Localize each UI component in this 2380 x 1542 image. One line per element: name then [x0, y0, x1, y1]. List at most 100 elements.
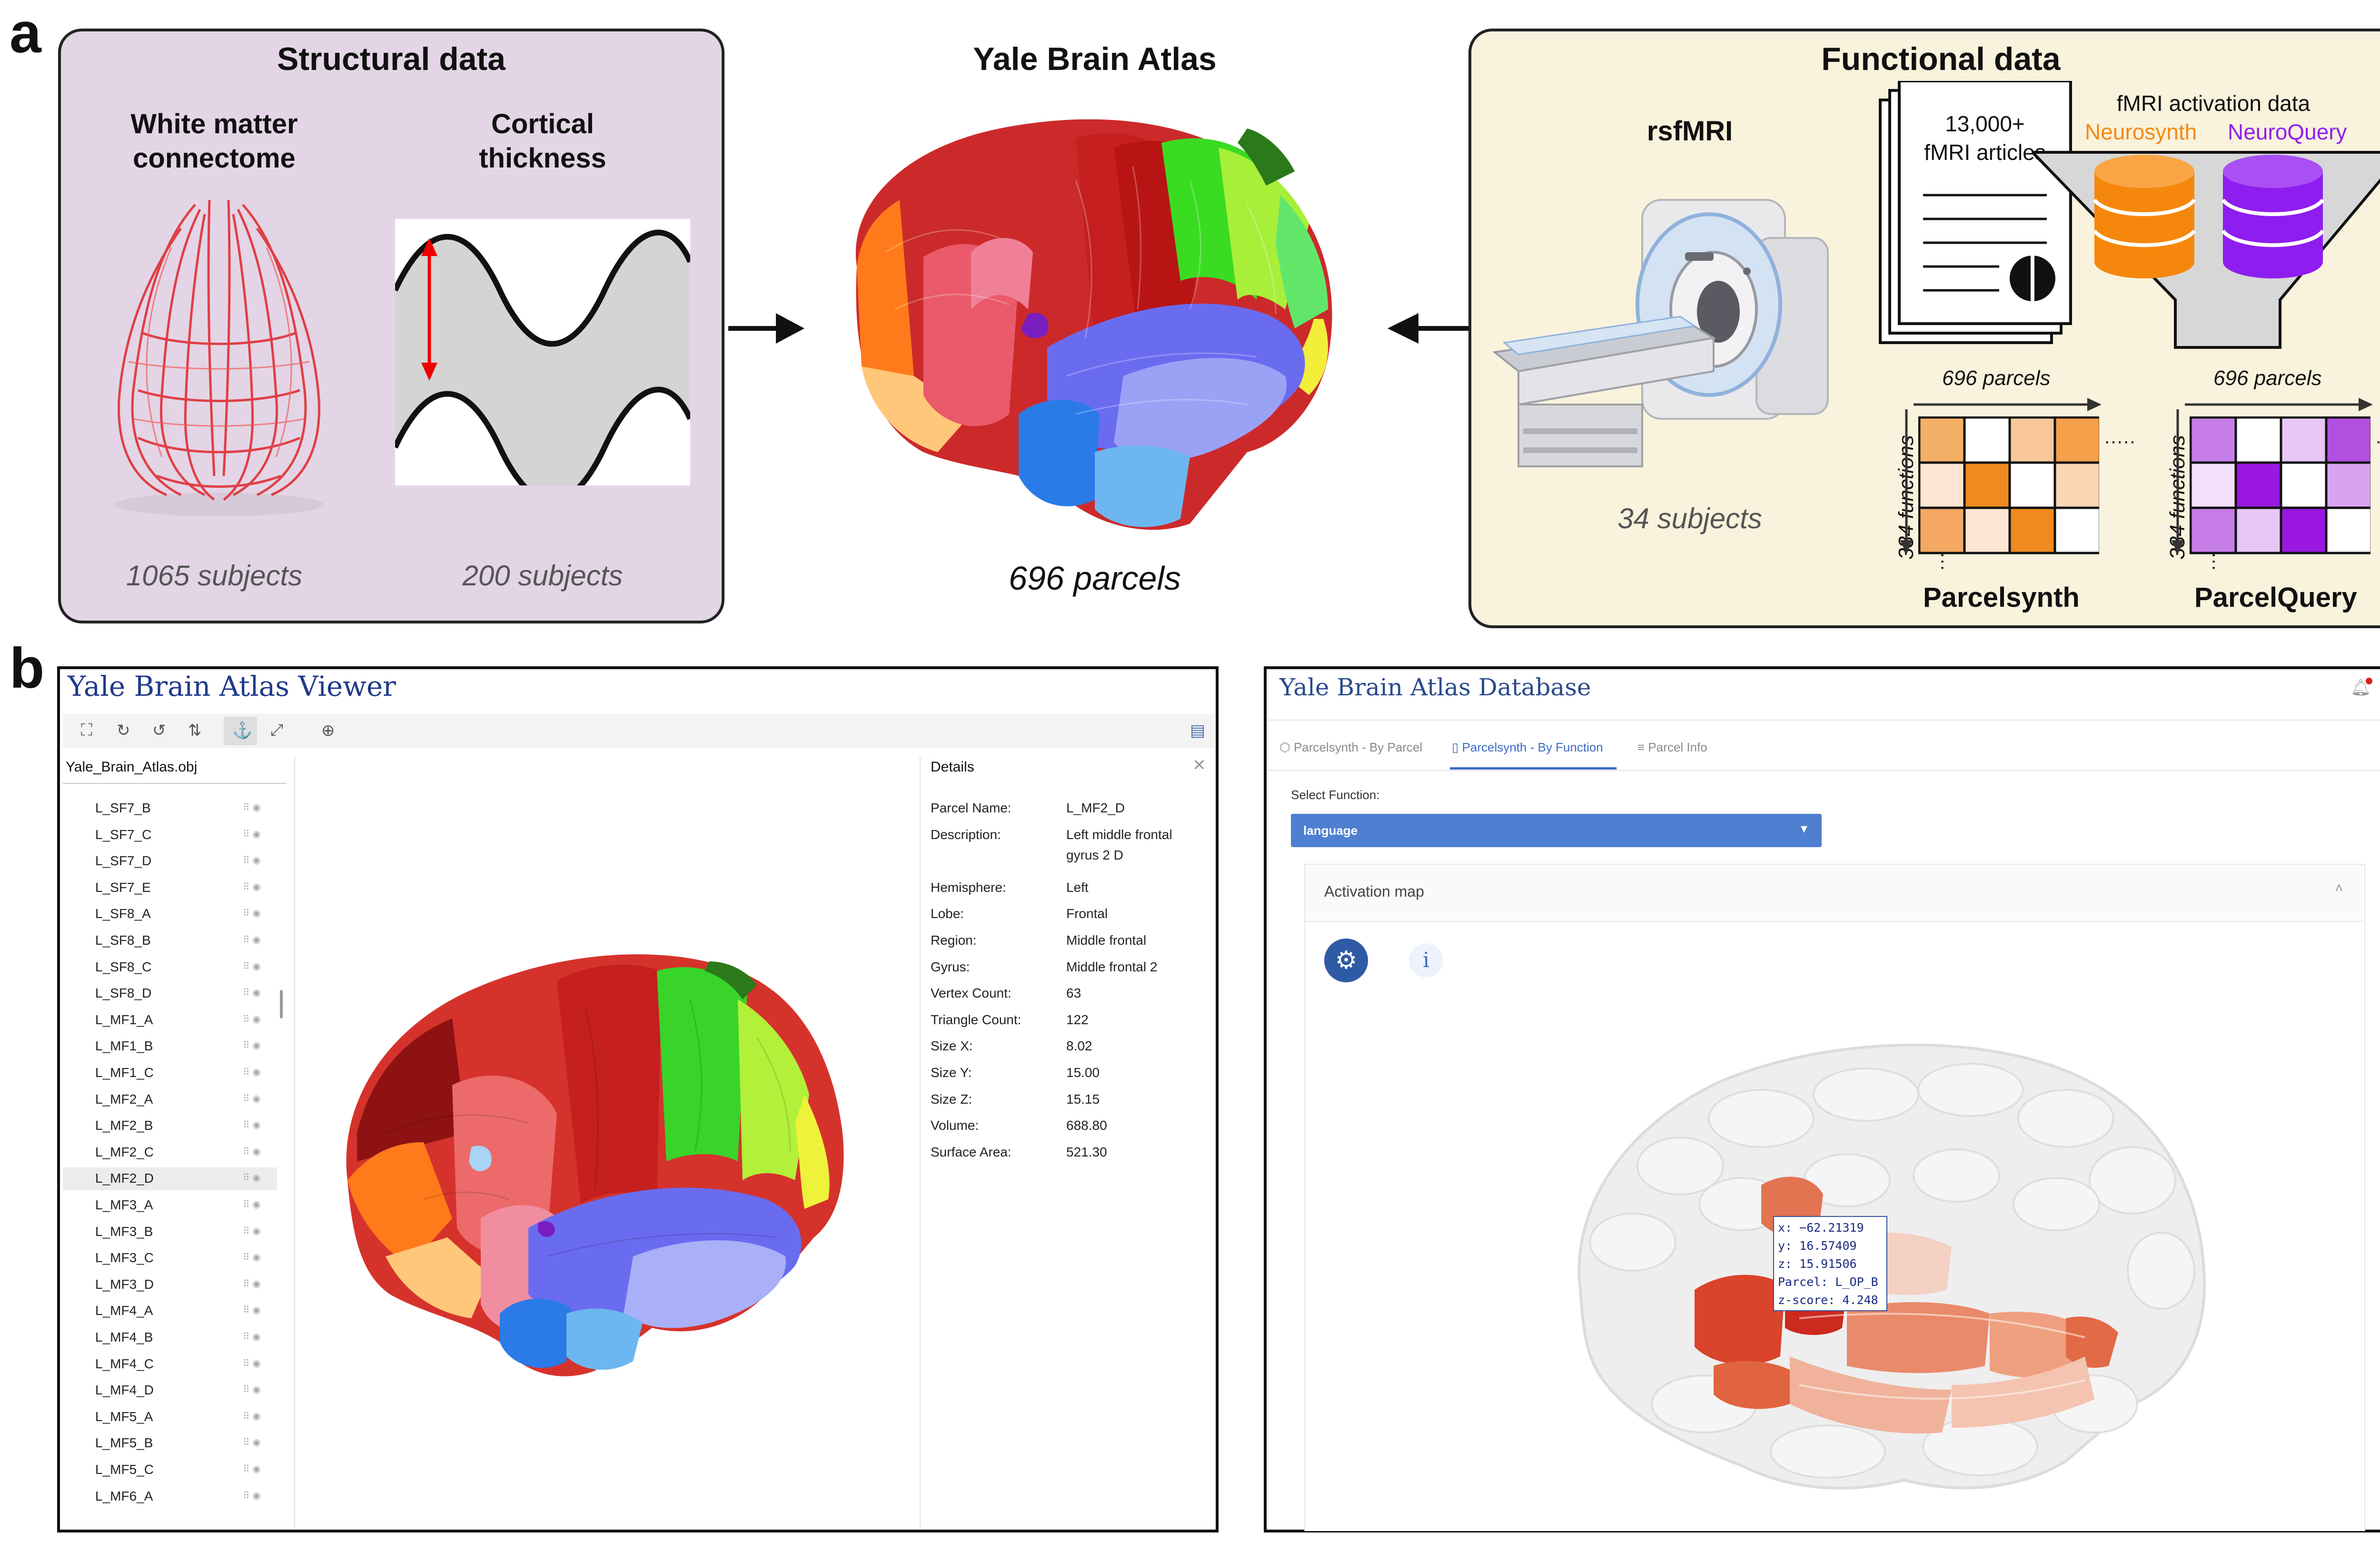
- parcel-list-item[interactable]: L_MF4_B: [95, 1330, 153, 1345]
- functional-title: Functional data: [1821, 41, 2061, 77]
- drag-handle-icon[interactable]: ⠿ ◉: [243, 1463, 261, 1475]
- drag-handle-icon[interactable]: ⠿ ◉: [243, 987, 261, 998]
- drag-handle-icon[interactable]: ⠿ ◉: [243, 1251, 261, 1263]
- parcel-list-item[interactable]: L_SF7_E: [95, 880, 151, 895]
- detail-value: 521.30: [1066, 1144, 1107, 1159]
- drag-handle-icon[interactable]: ⠿ ◉: [243, 1119, 261, 1131]
- drag-handle-icon[interactable]: ⠿ ◉: [243, 960, 261, 972]
- parcel-list-item[interactable]: L_SF7_B: [95, 801, 151, 816]
- tab-parcel-info[interactable]: ≡ Parcel Info: [1637, 740, 1707, 755]
- activation-brain-render[interactable]: [1561, 1023, 2218, 1518]
- info-button[interactable]: i: [1409, 943, 1443, 978]
- brain-atlas-image: [855, 119, 1332, 530]
- drag-handle-icon[interactable]: ⠿ ◉: [243, 1304, 261, 1316]
- parcel-list-item[interactable]: L_MF3_C: [95, 1250, 154, 1265]
- drag-handle-icon[interactable]: ⠿ ◉: [243, 1384, 261, 1395]
- parcel-list-item[interactable]: L_MF5_C: [95, 1462, 154, 1477]
- flip-icon[interactable]: ⇅: [188, 721, 202, 740]
- tooltip-zscore: z-score: 4.248: [1778, 1293, 1878, 1307]
- gear-icon: ⚙: [1335, 947, 1358, 974]
- atlas-parcels-caption: 696 parcels: [1009, 560, 1181, 597]
- function-select[interactable]: language ▾: [1291, 814, 1822, 847]
- parcel-list-item[interactable]: L_MF2_D: [95, 1171, 154, 1186]
- matrix-cell: [2325, 506, 2370, 554]
- parcel-list-item[interactable]: L_MF3_D: [95, 1277, 154, 1292]
- inspect-icon[interactable]: ⊕: [321, 721, 335, 740]
- atlas-title: Yale Brain Atlas: [973, 41, 1217, 77]
- drag-handle-icon[interactable]: ⠿ ◉: [243, 854, 261, 866]
- parcel-list-item[interactable]: L_MF4_D: [95, 1383, 154, 1398]
- rotate-y-icon[interactable]: ↺: [152, 721, 166, 740]
- drag-handle-icon[interactable]: ⠿ ◉: [243, 1146, 261, 1157]
- drag-handle-icon[interactable]: ⠿ ◉: [243, 881, 261, 893]
- drag-handle-icon[interactable]: ⠿ ◉: [243, 1172, 261, 1184]
- matrix1-ellipsis-down: ···: [1933, 552, 1954, 571]
- drag-handle-icon[interactable]: ⠿ ◉: [243, 801, 261, 813]
- parcel-list-item[interactable]: L_SF8_A: [95, 906, 151, 921]
- parcel-list-item[interactable]: L_SF8_C: [95, 959, 151, 975]
- matrix1-top-arrow: [1914, 398, 2102, 411]
- detail-key: Size Y:: [931, 1065, 972, 1080]
- parcel-list-item[interactable]: L_MF4_C: [95, 1356, 154, 1372]
- list-icon: ≡: [1637, 740, 1648, 754]
- parcel-list-item[interactable]: L_MF3_B: [95, 1224, 153, 1239]
- detail-value: 15.15: [1066, 1091, 1100, 1107]
- parcel-list-item[interactable]: L_SF8_B: [95, 933, 151, 948]
- detail-value: 122: [1066, 1012, 1089, 1027]
- parcel-list-item[interactable]: L_MF6_A: [95, 1489, 153, 1504]
- drag-handle-icon[interactable]: ⠿ ◉: [243, 1066, 261, 1078]
- drag-handle-icon[interactable]: ⠿ ◉: [243, 1410, 261, 1422]
- details-close-icon[interactable]: ✕: [1192, 756, 1206, 775]
- tooltip-y: y: 16.57409: [1778, 1239, 1857, 1253]
- tab-by-function[interactable]: ▯ Parcelsynth - By Function: [1452, 740, 1603, 755]
- drag-handle-icon[interactable]: ⠿ ◉: [243, 1331, 261, 1343]
- parcelsynth-matrix: [1918, 416, 2099, 554]
- parcel-list-item[interactable]: L_MF2_B: [95, 1118, 153, 1133]
- parcelquery-matrix: [2190, 416, 2370, 554]
- parcel-list-item[interactable]: L_SF7_C: [95, 827, 151, 842]
- measure-icon[interactable]: ⤢: [270, 721, 283, 740]
- settings-button[interactable]: ⚙: [1324, 939, 1368, 982]
- drag-handle-icon[interactable]: ⠿ ◉: [243, 934, 261, 946]
- parcel-list-item[interactable]: L_MF5_A: [95, 1409, 153, 1424]
- rotate-x-icon[interactable]: ↻: [117, 721, 130, 740]
- activation-data-title: fMRI activation data: [2116, 91, 2311, 116]
- drag-handle-icon[interactable]: ⠿ ◉: [243, 1490, 261, 1502]
- parcel-list-item[interactable]: L_MF1_A: [95, 1012, 153, 1028]
- parcel-list-item[interactable]: L_MF4_A: [95, 1303, 153, 1318]
- matrix1-side-arrow: [1900, 409, 1913, 554]
- panel-toggle-icon[interactable]: ▤: [1190, 721, 1205, 740]
- parcel-list-item[interactable]: L_SF8_D: [95, 986, 151, 1001]
- parcel-list-item[interactable]: L_MF2_A: [95, 1092, 153, 1107]
- drag-handle-icon[interactable]: ⠿ ◉: [243, 1278, 261, 1290]
- drag-handle-icon[interactable]: ⠿ ◉: [243, 1013, 261, 1025]
- drag-handle-icon[interactable]: ⠿ ◉: [243, 1436, 261, 1448]
- parcel-list-item[interactable]: L_MF3_A: [95, 1197, 153, 1213]
- drag-handle-icon[interactable]: ⠿ ◉: [243, 1093, 261, 1105]
- parcel-list-item[interactable]: L_MF1_C: [95, 1065, 154, 1080]
- parcel-list-item[interactable]: L_MF5_B: [95, 1435, 153, 1451]
- fit-view-icon[interactable]: ⛶: [81, 721, 92, 740]
- drag-handle-icon[interactable]: ⠿ ◉: [243, 1357, 261, 1369]
- collapse-icon[interactable]: ˄: [2335, 880, 2343, 897]
- select-function-label: Select Function:: [1291, 788, 1380, 802]
- drag-handle-icon[interactable]: ⠿ ◉: [243, 1198, 261, 1210]
- matrix2-side-arrow: [2172, 409, 2184, 554]
- drag-handle-icon[interactable]: ⠿ ◉: [243, 1039, 261, 1051]
- drag-handle-icon[interactable]: ⠿ ◉: [243, 907, 261, 919]
- drag-handle-icon[interactable]: ⠿ ◉: [243, 1225, 261, 1237]
- list-panel-border: [294, 757, 295, 1528]
- matrix-cell: [1963, 506, 2011, 554]
- matrix-cell: [2325, 416, 2370, 464]
- tooltip-z: z: 15.91506: [1778, 1257, 1857, 1271]
- hover-tooltip: x: −62.21319 y: 16.57409 z: 15.91506 Par…: [1773, 1216, 1887, 1311]
- matrix-cell: [2008, 506, 2056, 554]
- tab-by-parcel[interactable]: ⬡ Parcelsynth - By Parcel: [1279, 740, 1422, 755]
- matrix-cell: [2280, 461, 2328, 509]
- drag-handle-icon[interactable]: ⠿ ◉: [243, 828, 261, 840]
- list-scrollbar[interactable]: [280, 990, 283, 1018]
- parcel-list-item[interactable]: L_SF7_D: [95, 853, 151, 869]
- parcel-list-item[interactable]: L_MF1_B: [95, 1038, 153, 1054]
- parcel-list-item[interactable]: L_MF2_C: [95, 1145, 154, 1160]
- anchor-icon[interactable]: ⚓: [232, 721, 252, 740]
